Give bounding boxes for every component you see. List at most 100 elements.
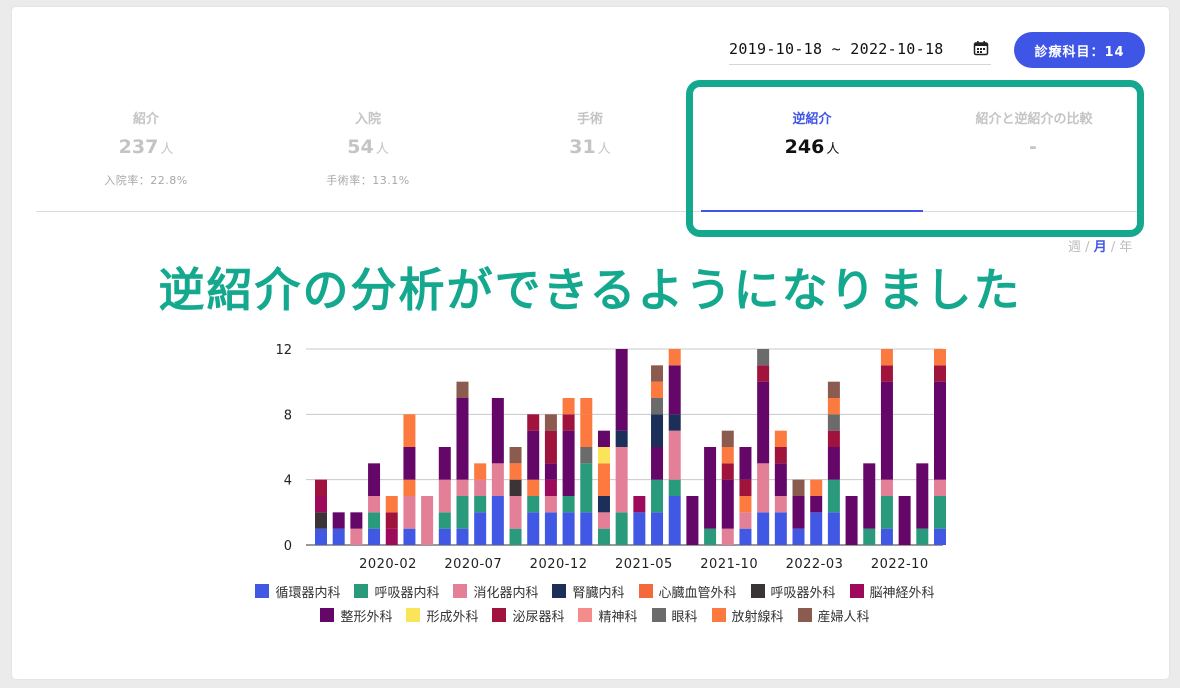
- bar-segment: [934, 528, 946, 545]
- bar-segment: [509, 447, 522, 464]
- bar-segment: [332, 512, 345, 529]
- bar-segment: [757, 349, 770, 366]
- bar-segment: [792, 528, 805, 545]
- legend-item[interactable]: 呼吸器内科: [354, 582, 439, 601]
- legend-item[interactable]: 放射線科: [711, 606, 784, 625]
- bar-segment: [421, 496, 434, 545]
- x-tick-label: 2020-07: [444, 557, 502, 572]
- bar-segment: [527, 430, 540, 480]
- legend-item[interactable]: 精神科: [578, 606, 638, 625]
- bar-segment: [315, 479, 327, 496]
- legend-item[interactable]: 泌尿器科: [492, 606, 564, 625]
- legend-item[interactable]: 産婦人科: [797, 606, 870, 625]
- bar-segment: [597, 512, 610, 529]
- bar-segment: [315, 496, 327, 513]
- x-tick-label: 2022-03: [786, 557, 844, 572]
- bar-segment: [668, 496, 681, 545]
- bar-segment: [580, 414, 593, 447]
- bar-segment: [615, 430, 628, 447]
- legend-label: 形成外科: [426, 609, 479, 625]
- bar-segment: [456, 496, 469, 529]
- bar-segment: [403, 528, 416, 545]
- bar-segment: [739, 528, 752, 545]
- legend-swatch: [552, 584, 567, 598]
- bar-segment: [368, 463, 381, 496]
- legend-item[interactable]: 脳神経外科: [849, 582, 935, 601]
- bar-segment: [368, 496, 381, 513]
- bar-segment: [792, 479, 805, 496]
- bar-segment: [456, 381, 469, 398]
- bar-segment: [491, 447, 504, 464]
- x-tick-label: 2020-12: [530, 557, 588, 572]
- legend-label: 脳神経外科: [869, 585, 935, 601]
- bar-segment: [739, 479, 752, 496]
- bar-segment: [597, 496, 610, 513]
- bar-segment: [651, 447, 664, 480]
- bar-segment: [668, 414, 681, 431]
- bar-segment: [544, 463, 557, 480]
- legend-swatch: [453, 584, 468, 598]
- bar-segment: [332, 528, 345, 545]
- bar-segment: [474, 512, 487, 545]
- bar-segment: [668, 365, 681, 415]
- legend-label: 消化器内科: [473, 585, 539, 601]
- bar-segment: [880, 349, 893, 366]
- legend-swatch: [750, 584, 765, 598]
- bar-segment: [527, 479, 540, 496]
- legend-swatch: [797, 608, 812, 622]
- bar-segment: [438, 528, 451, 545]
- bar-segment: [527, 414, 540, 431]
- legend-label: 腎臓内科: [572, 585, 625, 601]
- legend-swatch: [255, 584, 270, 598]
- bar-segment: [456, 479, 469, 496]
- bar-segment: [721, 447, 734, 464]
- legend-item[interactable]: 眼科: [651, 606, 698, 625]
- legend-swatch: [578, 608, 593, 622]
- legend-item[interactable]: 呼吸器外科: [750, 582, 836, 601]
- bar-segment: [438, 447, 451, 480]
- bar-segment: [810, 479, 823, 496]
- legend-item[interactable]: 消化器内科: [453, 582, 539, 601]
- bar-segment: [580, 512, 593, 545]
- bar-segment: [544, 414, 557, 431]
- legend-item[interactable]: 腎臓内科: [552, 582, 625, 601]
- legend-swatch: [651, 608, 666, 622]
- bar-segment: [651, 381, 664, 398]
- bar-segment: [385, 528, 398, 545]
- bar-segment: [827, 381, 840, 398]
- bar-segment: [721, 430, 734, 447]
- legend-swatch: [354, 584, 369, 598]
- bar-segment: [368, 512, 381, 529]
- bar-segment: [721, 479, 734, 529]
- bar-segment: [898, 496, 911, 545]
- bar-segment: [880, 528, 893, 545]
- bar-segment: [934, 349, 946, 366]
- legend-item[interactable]: 循環器内科: [255, 582, 340, 601]
- bar-segment: [774, 430, 787, 447]
- bar-segment: [456, 398, 469, 480]
- bar-segment: [774, 496, 787, 513]
- legend-item[interactable]: 心臓血管外科: [638, 582, 737, 601]
- bar-segment: [403, 496, 416, 529]
- bar-segment: [668, 430, 681, 480]
- bar-segment: [827, 398, 840, 415]
- legend-item[interactable]: 形成外科: [406, 606, 479, 625]
- chart-legend: 循環器内科 呼吸器内科 消化器内科 腎臓内科 心臓血管外科 呼吸器外科 脳神経外科整形外科 形…: [250, 582, 940, 625]
- bar-segment: [474, 496, 487, 513]
- bar-segment: [580, 398, 593, 415]
- bar-segment: [863, 528, 876, 545]
- bar-segment: [916, 463, 929, 529]
- bar-segment: [527, 496, 540, 513]
- bar-segment: [368, 528, 381, 545]
- bar-segment: [774, 512, 787, 545]
- legend-label: 眼科: [671, 609, 698, 625]
- bar-segment: [474, 479, 487, 496]
- bar-segment: [863, 463, 876, 529]
- legend-item[interactable]: 整形外科: [320, 606, 392, 625]
- bar-segment: [597, 528, 610, 545]
- bar-segment: [880, 365, 893, 382]
- bar-segment: [509, 528, 522, 545]
- bar-segment: [739, 512, 752, 529]
- bar-segment: [509, 496, 522, 529]
- bar-segment: [527, 512, 540, 545]
